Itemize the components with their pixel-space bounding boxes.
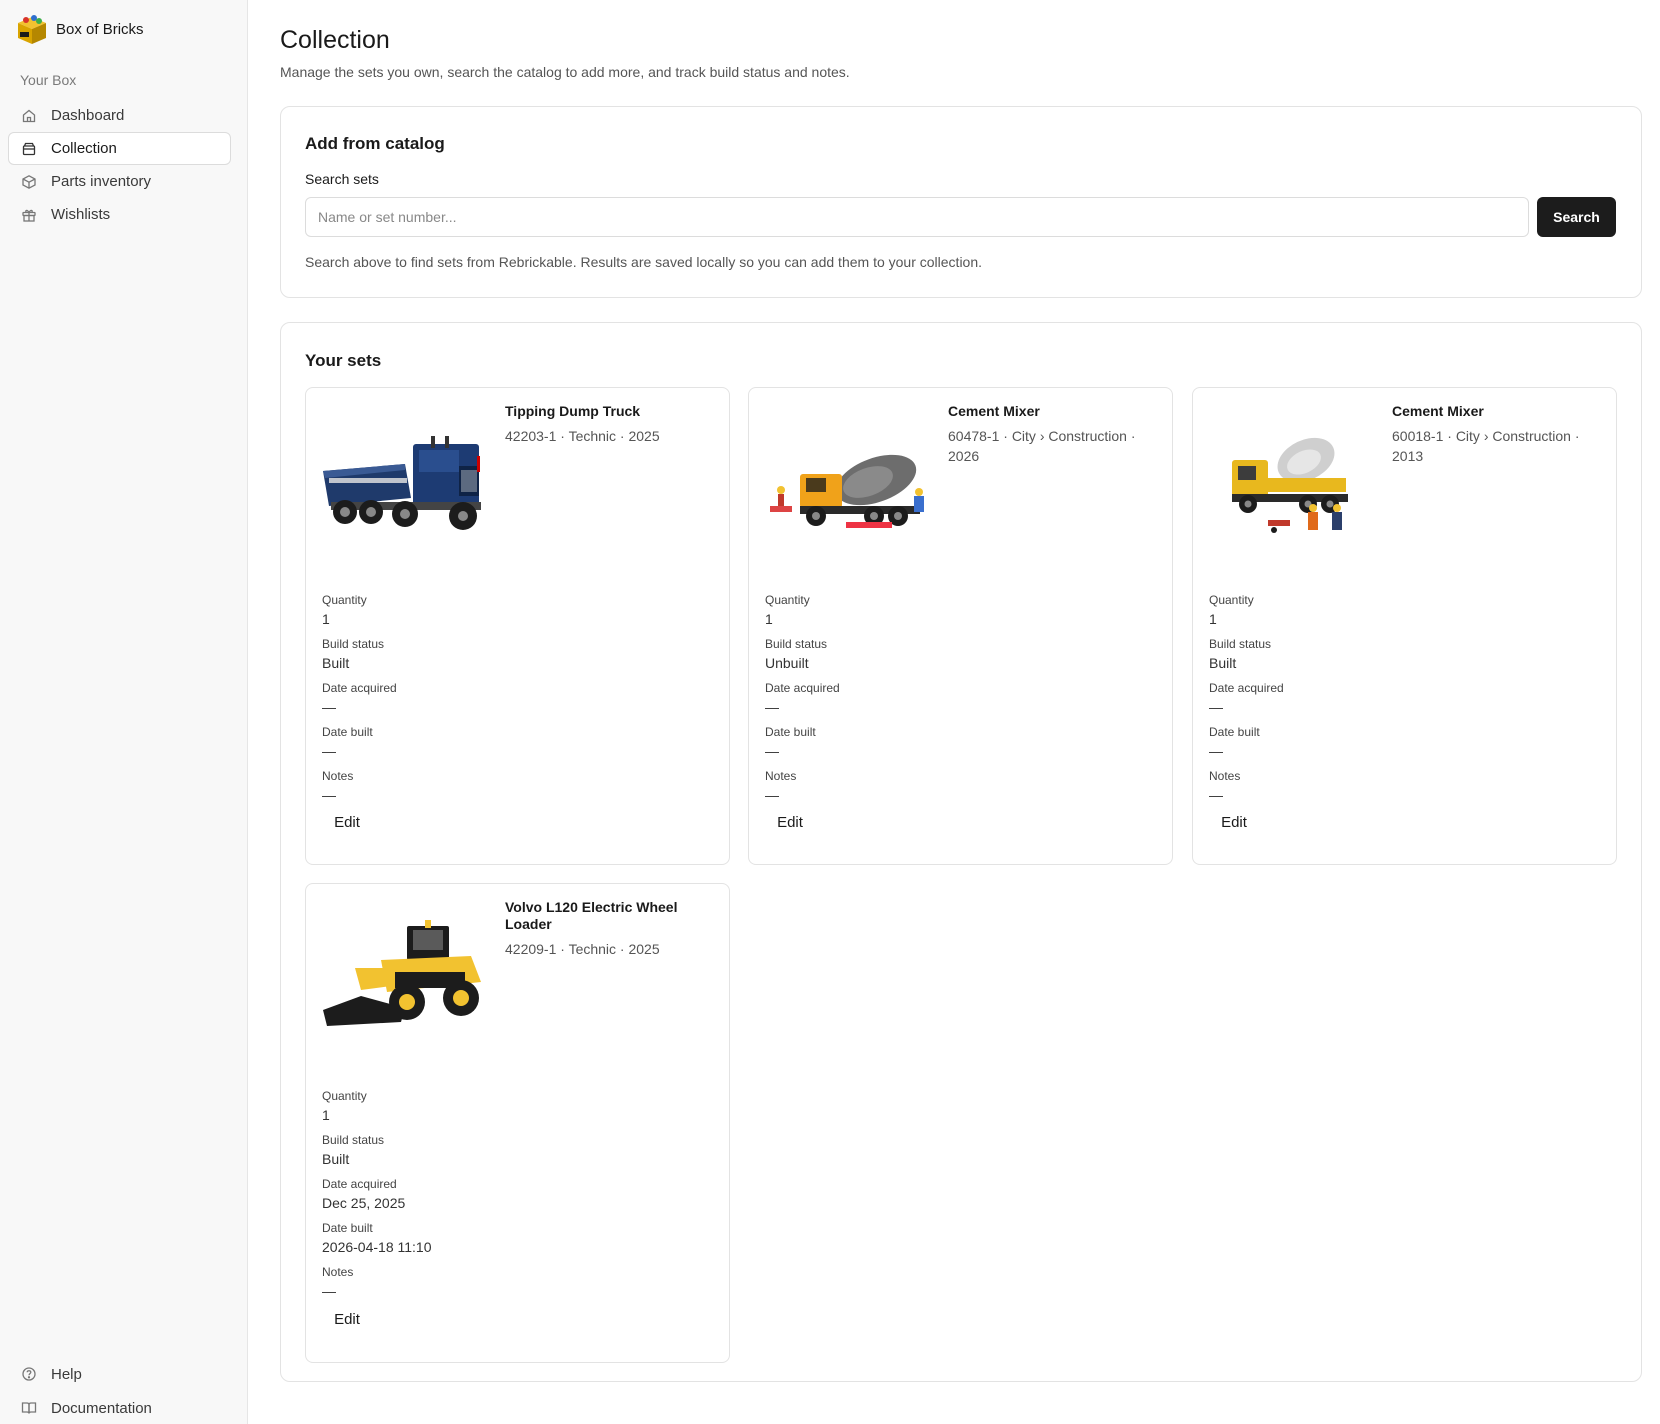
sidebar-section-label: Your Box — [20, 72, 77, 88]
sidebar-item-dashboard[interactable]: Dashboard — [8, 99, 231, 132]
set-fields: Quantity 1 Build status Built Date acqui… — [322, 591, 397, 811]
sidebar-item-label: Parts inventory — [51, 173, 152, 190]
date-built-label: Date built — [1209, 725, 1260, 739]
search-input[interactable] — [305, 197, 1529, 237]
sidebar-item-label: Dashboard — [51, 107, 125, 124]
notes-label: Notes — [322, 1265, 354, 1279]
date-built-label: Date built — [322, 725, 373, 739]
set-meta: 42203-1 · Technic · 2025 — [505, 428, 660, 444]
set-name: Volvo L120 Electric Wheel Loader — [505, 899, 678, 932]
quantity-value: 1 — [765, 611, 773, 627]
build-status-value: Built — [1209, 655, 1237, 671]
sidebar: Box of Bricks Your Box Dashboard Collect… — [0, 0, 248, 1424]
notes-label: Notes — [765, 769, 797, 783]
app-name: Box of Bricks — [56, 21, 144, 38]
sidebar-item-documentation[interactable]: Documentation — [8, 1391, 231, 1424]
build-status-value: Built — [322, 655, 350, 671]
date-acquired-label: Date acquired — [765, 681, 840, 695]
set-card: Volvo L120 Electric Wheel Loader 42209-1… — [305, 883, 730, 1363]
quantity-label: Quantity — [322, 1089, 367, 1103]
edit-button[interactable]: Edit — [765, 807, 815, 837]
dump-truck-image — [323, 436, 481, 530]
box-icon — [22, 142, 36, 155]
sidebar-nav: Dashboard Collection Parts inventory Wis… — [8, 99, 231, 231]
sidebar-item-help[interactable]: Help — [8, 1357, 231, 1391]
wheel-loader-image — [323, 920, 481, 1026]
sidebar-item-parts-inventory[interactable]: Parts inventory — [8, 165, 231, 198]
sidebar-item-wishlists[interactable]: Wishlists — [8, 198, 231, 231]
date-acquired-value: — — [1209, 699, 1223, 715]
date-acquired-label: Date acquired — [1209, 681, 1284, 695]
notes-label: Notes — [1209, 769, 1241, 783]
date-acquired-label: Date acquired — [322, 1177, 397, 1191]
build-status-label: Build status — [322, 1133, 385, 1147]
set-name: Cement Mixer — [948, 403, 1040, 419]
catalog-card-title: Add from catalog — [305, 134, 445, 153]
gift-icon — [22, 209, 36, 222]
quantity-value: 1 — [1209, 611, 1217, 627]
page-subtitle: Manage the sets you own, search the cata… — [280, 64, 850, 80]
add-from-catalog-card: Add from catalog Search sets Search Sear… — [280, 106, 1642, 298]
set-meta: 42209-1 · Technic · 2025 — [505, 941, 660, 957]
edit-button[interactable]: Edit — [322, 1304, 372, 1334]
search-help-text: Search above to find sets from Rebrickab… — [305, 254, 983, 270]
set-meta: 60478-1 · City › Construction · 2026 — [948, 428, 1136, 464]
notes-label: Notes — [322, 769, 354, 783]
sidebar-footer: Help Documentation — [8, 1357, 231, 1424]
build-status-label: Build status — [1209, 637, 1272, 651]
sidebar-item-collection[interactable]: Collection — [8, 132, 231, 165]
home-icon — [22, 109, 36, 122]
edit-button[interactable]: Edit — [1209, 807, 1259, 837]
date-built-value: 2026-04-18 11:10 — [322, 1239, 432, 1255]
set-meta: 60018-1 · City › Construction · 2013 — [1392, 428, 1580, 464]
quantity-label: Quantity — [1209, 593, 1254, 607]
set-card: Cement Mixer 60018-1 · City › Constructi… — [1192, 387, 1617, 865]
your-sets-card: Your sets Tipping Dump Truck 42203-1 · T… — [280, 322, 1642, 1382]
date-built-label: Date built — [765, 725, 816, 739]
set-fields: Quantity 1 Build status Unbuilt Date acq… — [765, 591, 840, 811]
page-title: Collection — [280, 26, 390, 54]
search-label: Search sets — [305, 171, 379, 187]
quantity-value: 1 — [322, 611, 330, 627]
edit-button[interactable]: Edit — [322, 807, 372, 837]
build-status-label: Build status — [322, 637, 385, 651]
set-card: Tipping Dump Truck 42203-1 · Technic · 2… — [305, 387, 730, 865]
sets-card-title: Your sets — [305, 351, 382, 370]
brand[interactable]: Box of Bricks — [16, 13, 144, 46]
book-open-icon — [21, 1402, 37, 1414]
date-acquired-value: — — [322, 699, 336, 715]
date-acquired-value: Dec 25, 2025 — [322, 1195, 406, 1211]
search-button[interactable]: Search — [1537, 197, 1616, 237]
date-acquired-value: — — [765, 699, 779, 715]
date-acquired-label: Date acquired — [322, 681, 397, 695]
set-name: Tipping Dump Truck — [505, 403, 641, 419]
sidebar-item-label: Collection — [51, 140, 117, 157]
help-circle-icon — [22, 1367, 36, 1381]
quantity-value: 1 — [322, 1107, 330, 1123]
cement-mixer-image — [770, 454, 924, 528]
box-of-bricks-logo — [18, 15, 46, 44]
sidebar-item-label: Documentation — [51, 1399, 152, 1417]
set-card: Cement Mixer 60478-1 · City › Constructi… — [748, 387, 1173, 865]
quantity-label: Quantity — [322, 593, 367, 607]
date-built-value: — — [1209, 743, 1223, 759]
date-built-label: Date built — [322, 1221, 373, 1235]
sidebar-item-label: Help — [51, 1365, 82, 1383]
set-fields: Quantity 1 Build status Built Date acqui… — [1209, 591, 1284, 811]
set-fields: Quantity 1 Build status Built Date acqui… — [322, 1087, 432, 1307]
package-icon — [22, 174, 36, 189]
sidebar-item-label: Wishlists — [51, 206, 111, 223]
cement-mixer-image — [1232, 437, 1348, 533]
quantity-label: Quantity — [765, 593, 810, 607]
date-built-value: — — [322, 743, 336, 759]
build-status-value: Unbuilt — [765, 655, 809, 671]
build-status-label: Build status — [765, 637, 828, 651]
set-name: Cement Mixer — [1392, 403, 1484, 419]
date-built-value: — — [765, 743, 779, 759]
build-status-value: Built — [322, 1151, 350, 1167]
